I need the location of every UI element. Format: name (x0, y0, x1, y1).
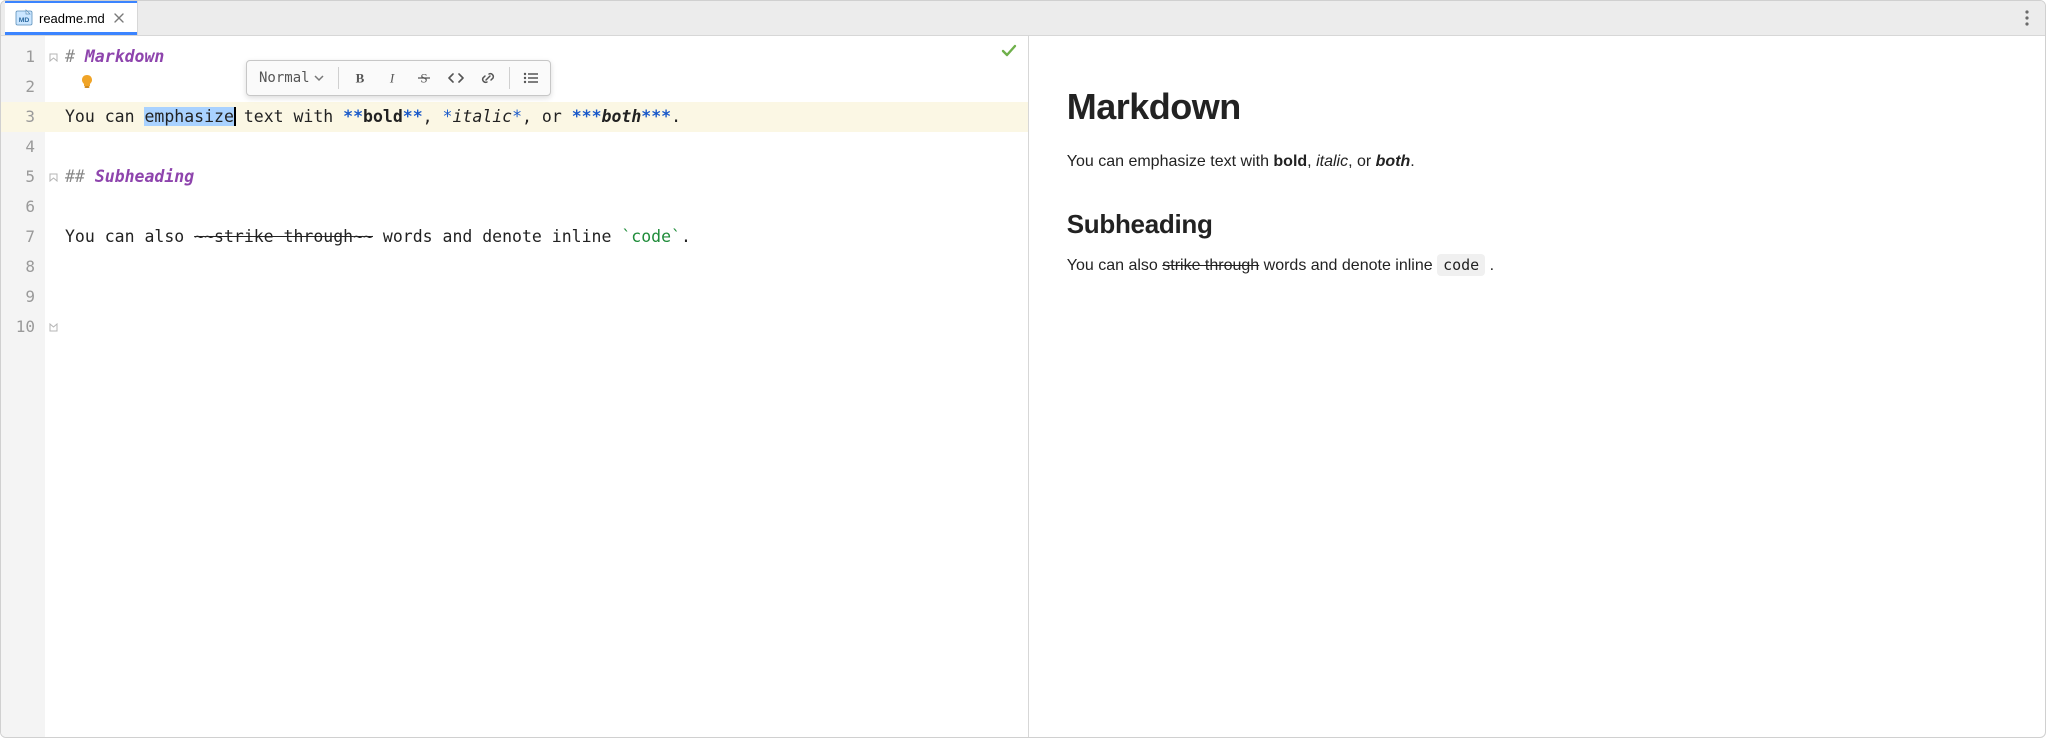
code-line-active[interactable]: You can emphasize text with **bold**, *i… (61, 102, 1028, 132)
svg-text:MD: MD (19, 17, 30, 24)
code-button[interactable] (441, 64, 471, 92)
close-icon[interactable] (111, 10, 127, 26)
line-number: 8 (1, 252, 45, 282)
svg-text:I: I (388, 71, 394, 85)
fold-toggle-icon[interactable] (45, 162, 61, 192)
italic-button[interactable]: I (377, 64, 407, 92)
line-number: 3 (1, 102, 45, 132)
split-view: 1 2 3 4 5 6 7 8 9 10 (1, 36, 2045, 737)
line-number-gutter: 1 2 3 4 5 6 7 8 9 10 (1, 36, 45, 737)
strikethrough-button[interactable]: S (409, 64, 439, 92)
code-line[interactable] (61, 132, 1028, 162)
markdown-file-icon: MD (15, 9, 33, 27)
line-number: 2 (1, 72, 45, 102)
preview-paragraph: You can also strike through words and de… (1067, 254, 2007, 279)
inspection-ok-icon[interactable] (1000, 42, 1018, 60)
line-number: 1 (1, 42, 45, 72)
code-line[interactable] (61, 282, 1028, 312)
line-number: 10 (1, 312, 45, 342)
markdown-preview-pane[interactable]: Markdown You can emphasize text with bol… (1029, 36, 2045, 737)
preview-h2: Subheading (1067, 209, 2007, 240)
code-line[interactable] (61, 192, 1028, 222)
line-number: 5 (1, 162, 45, 192)
paragraph-style-select[interactable]: Normal (251, 64, 332, 92)
lightbulb-icon[interactable] (79, 74, 95, 90)
fold-gutter (45, 36, 61, 737)
selection: emphasize (144, 107, 233, 126)
toolbar-separator (338, 67, 339, 89)
editor-window: MD readme.md 1 2 (0, 0, 2046, 738)
line-number: 9 (1, 282, 45, 312)
fold-end-icon (45, 312, 61, 342)
svg-text:B: B (355, 71, 364, 85)
fold-toggle-icon[interactable] (45, 42, 61, 72)
list-button[interactable] (516, 64, 546, 92)
code-line[interactable]: You can also ~~strike through~~ words an… (61, 222, 1028, 252)
code-line[interactable] (61, 252, 1028, 282)
preview-inline-code: code (1437, 254, 1485, 276)
code-line[interactable] (61, 312, 1028, 342)
tab-label: readme.md (39, 11, 105, 26)
tab-bar: MD readme.md (1, 1, 2045, 36)
more-menu-icon[interactable] (2013, 1, 2041, 35)
preview-paragraph: You can emphasize text with bold, italic… (1067, 150, 2007, 175)
line-number: 6 (1, 192, 45, 222)
file-tab-readme[interactable]: MD readme.md (5, 1, 138, 35)
link-button[interactable] (473, 64, 503, 92)
paragraph-style-label: Normal (259, 70, 310, 86)
preview-h1: Markdown (1067, 86, 2007, 128)
chevron-down-icon (314, 73, 324, 83)
floating-format-toolbar: Normal B I S (246, 60, 551, 96)
line-number: 4 (1, 132, 45, 162)
editor-pane[interactable]: 1 2 3 4 5 6 7 8 9 10 (1, 36, 1029, 737)
toolbar-separator (509, 67, 510, 89)
line-number: 7 (1, 222, 45, 252)
bold-button[interactable]: B (345, 64, 375, 92)
code-area[interactable]: # Markdown You can emphasize text with *… (61, 36, 1028, 737)
code-line[interactable]: ## Subheading (61, 162, 1028, 192)
